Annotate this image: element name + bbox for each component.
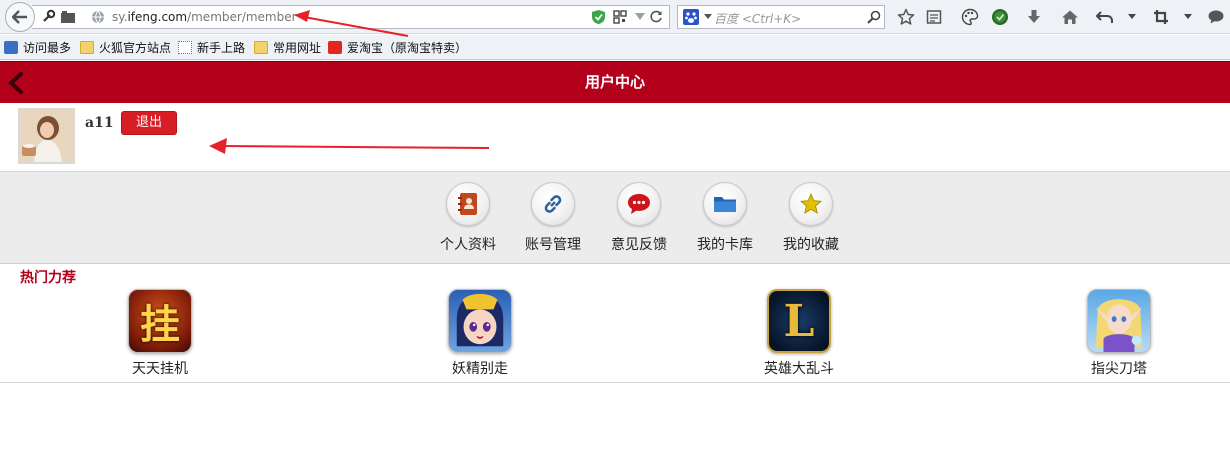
menu-label: 个人资料 [440,237,496,253]
search-bar[interactable]: 百度 <Ctrl+K> [677,5,885,29]
bookmark-most-visited[interactable]: 访问最多 [4,39,71,56]
game-item[interactable]: 挂 天天挂机 [110,289,210,381]
game-name: 天天挂机 [132,361,188,377]
crop-icon[interactable] [1151,7,1171,27]
annotation-arrow-user [209,138,490,154]
search-bookmark-icon [4,41,18,54]
bookmark-label: 访问最多 [23,41,72,55]
bookmark-star-icon[interactable] [896,7,916,27]
section-title-hot: 热门力荐 [20,270,76,286]
globe-icon [88,7,108,27]
logout-button[interactable]: 退出 [121,111,177,135]
game-name: 指尖刀塔 [1091,361,1147,377]
bookmark-common-sites[interactable]: 常用网址 [254,39,321,56]
contacts-book-icon [458,193,477,215]
menu-item-feedback[interactable]: 意见反馈 [604,182,674,260]
game-icon[interactable] [448,289,512,353]
bookmark-label: 新手上路 [197,41,246,55]
page-header: 用户中心 [0,61,1230,103]
bookmark-label: 火狐官方站点 [99,41,172,55]
menu-label: 我的收藏 [783,237,839,253]
bookmarks-toolbar: 访问最多 火狐官方站点 新手上路 常用网址 爱淘宝（原淘宝特卖） [0,35,1230,60]
search-icon[interactable] [864,7,884,27]
annotation-arrow-url [294,10,409,37]
game-item[interactable]: L 英雄大乱斗 [749,289,849,381]
dotted-page-icon [178,41,192,54]
menu-icon-circle [617,182,661,226]
game-name: 妖精别走 [452,361,508,377]
back-button[interactable] [5,2,35,32]
game-item[interactable]: 妖精别走 [430,289,530,381]
extension-shield-icon[interactable] [990,7,1010,27]
game-icon-glyph: L [783,295,815,347]
browser-navbar: sy.ifeng.com/member/member 百度 <Ctrl+K> [0,0,1230,34]
username: a11 [85,115,114,131]
url-text[interactable]: sy.ifeng.com/member/member [112,10,297,24]
menu-icon-circle [531,182,575,226]
star-icon [800,193,822,214]
avatar [18,108,75,164]
menu-item-favorites[interactable]: 我的收藏 [776,182,846,260]
page-title: 用户中心 [584,73,645,91]
site-identity-icon[interactable] [38,7,58,27]
qr-code-icon[interactable] [610,7,630,27]
folder-icon [714,197,736,212]
menu-item-profile[interactable]: 个人资料 [433,182,503,260]
game-icon-glyph: 挂 [140,301,180,348]
menu-icon-circle [446,182,490,226]
bookmark-label: 爱淘宝（原淘宝特卖） [347,41,468,55]
divider [0,382,1230,383]
user-info: a11 退出 [0,104,1230,172]
game-icon[interactable]: 挂 [128,289,192,353]
game-icon[interactable] [1087,289,1151,353]
back-arrow-icon [12,10,27,24]
undo-dropdown-icon[interactable] [1122,7,1142,27]
bookmark-label: 常用网址 [273,41,322,55]
tabs-overview-icon[interactable] [58,7,78,27]
menu-label: 我的卡库 [697,237,753,253]
folder-icon [80,41,94,54]
palette-icon[interactable] [960,7,980,27]
bookmark-getting-started[interactable]: 新手上路 [178,39,245,56]
download-icon[interactable] [1024,7,1044,27]
user-menu: 个人资料 账号管理 意见反馈 我的卡库 我的收藏 [0,172,1230,264]
bookmark-firefox-official[interactable]: 火狐官方站点 [80,39,171,56]
menu-item-account[interactable]: 账号管理 [518,182,588,260]
shield-icon[interactable] [588,7,608,27]
game-item[interactable]: 指尖刀塔 [1069,289,1169,381]
menu-icon-circle [789,182,833,226]
folder-icon [254,41,268,54]
avatar-photo [20,110,73,162]
menu-item-cards[interactable]: 我的卡库 [690,182,760,260]
undo-icon[interactable] [1095,7,1115,27]
bookmark-taobao[interactable]: 爱淘宝（原淘宝特卖） [328,39,467,56]
menu-label: 意见反馈 [611,237,667,253]
crop-dropdown-icon[interactable] [1178,7,1198,27]
reading-list-icon[interactable] [924,7,944,27]
chat-bubble-icon[interactable] [1206,7,1226,27]
game-name: 英雄大乱斗 [764,361,834,377]
home-icon[interactable] [1060,7,1080,27]
reload-icon[interactable] [646,7,666,27]
menu-icon-circle [703,182,747,226]
back-chevron-icon[interactable] [6,72,26,94]
search-placeholder: 百度 <Ctrl+K> [714,12,802,26]
link-icon [544,195,562,213]
taobao-icon [328,41,342,54]
menu-label: 账号管理 [525,237,581,253]
speech-bubble-icon [628,194,650,214]
game-icon[interactable]: L [767,289,831,353]
elf-character-icon [1095,299,1143,352]
fairy-character-icon [456,293,504,347]
